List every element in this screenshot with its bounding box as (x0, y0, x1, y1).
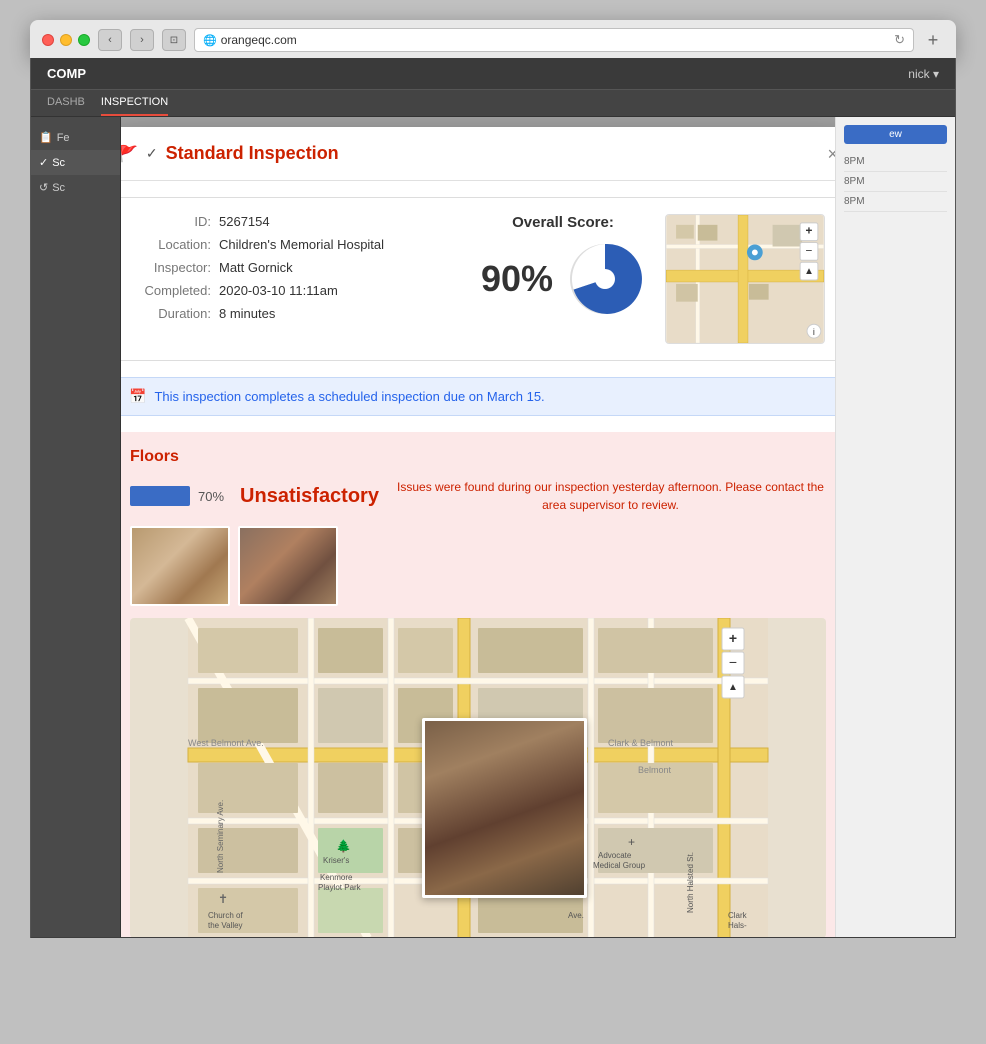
sidebar-item-sc2[interactable]: ↺Sc (31, 175, 120, 200)
inspector-value: Matt Gornick (219, 260, 293, 275)
calendar-icon: 📅 (129, 388, 146, 405)
map-thumbnail: + − ▲ i (665, 214, 825, 344)
floor-photo-large (425, 721, 584, 895)
photo-image-2 (240, 528, 336, 604)
forward-button[interactable]: › (130, 29, 154, 51)
svg-text:Medical Group: Medical Group (593, 861, 646, 870)
svg-text:i: i (813, 327, 815, 337)
svg-text:Belmont: Belmont (638, 765, 672, 775)
floors-score-bar-container: 70% (130, 486, 224, 506)
svg-text:North Seminary Ave.: North Seminary Ave. (216, 800, 225, 873)
right-item-1: 8PM (844, 152, 947, 172)
completed-value: 2020-03-10 11:11am (219, 283, 338, 298)
info-fields: ID: 5267154 Location: Children's Memoria… (131, 214, 461, 344)
id-value: 5267154 (219, 214, 270, 229)
svg-text:+: + (806, 224, 813, 238)
svg-text:−: − (729, 654, 737, 670)
svg-text:Kriser's: Kriser's (323, 856, 349, 865)
svg-text:the Valley: the Valley (208, 921, 243, 930)
svg-text:+: + (729, 630, 737, 646)
floors-title: Floors (130, 448, 826, 466)
score-value: 90% (481, 258, 553, 300)
completed-label: Completed: (131, 283, 211, 298)
svg-text:Clark: Clark (728, 911, 748, 920)
location-value: Children's Memorial Hospital (219, 237, 384, 252)
globe-icon: 🌐 (203, 34, 217, 47)
address-bar[interactable]: 🌐 orangeqc.com ↻ (194, 28, 914, 52)
scheduled-text: This inspection completes a scheduled in… (154, 389, 544, 404)
map-photo-overlay[interactable] (422, 718, 587, 898)
svg-text:Ave.: Ave. (568, 911, 584, 920)
svg-text:+: + (628, 835, 635, 849)
duration-label: Duration: (131, 306, 211, 321)
traffic-lights (42, 34, 90, 46)
score-section: Overall Score: 90% (481, 214, 645, 344)
floors-status-label: Unsatisfactory (240, 485, 379, 508)
duration-row: Duration: 8 minutes (131, 306, 461, 321)
svg-text:▲: ▲ (804, 266, 814, 277)
modal-close-button[interactable]: × (827, 145, 835, 163)
svg-text:Playlot Park: Playlot Park (318, 883, 362, 892)
scheduled-notice: 📅 This inspection completes a scheduled … (121, 377, 835, 416)
photo-row (130, 526, 826, 606)
svg-text:Church of: Church of (208, 911, 243, 920)
completed-row: Completed: 2020-03-10 11:11am (131, 283, 461, 298)
svg-text:Kenmore: Kenmore (320, 873, 353, 882)
location-row: Location: Children's Memorial Hospital (131, 237, 461, 252)
floors-score-bar (130, 486, 190, 506)
score-display: 90% (481, 239, 645, 319)
floors-section: Floors 70% Unsatisfactory Issues were fo… (121, 432, 835, 937)
inspector-row: Inspector: Matt Gornick (131, 260, 461, 275)
photo-thumb-1[interactable] (130, 526, 230, 606)
score-pie-chart (565, 239, 645, 319)
svg-text:West Belmont Ave.: West Belmont Ave. (188, 738, 264, 748)
tab-icon: ⊡ (162, 29, 186, 51)
nav-dashboard[interactable]: DASHB (47, 90, 85, 116)
inspection-modal: 🚩 ✓ Standard Inspection × ID: 5267154 (121, 127, 835, 937)
floors-score-percent: 70% (198, 489, 224, 504)
svg-text:▲: ▲ (728, 682, 738, 693)
location-label: Location: (131, 237, 211, 252)
score-label: Overall Score: (481, 214, 645, 231)
right-item-3: 8PM (844, 192, 947, 212)
modal-header: 🚩 ✓ Standard Inspection × (121, 127, 835, 181)
photo-image-1 (132, 528, 228, 604)
refresh-icon[interactable]: ↻ (894, 32, 905, 48)
right-item-2: 8PM (844, 172, 947, 192)
svg-text:🌲: 🌲 (336, 839, 351, 853)
inspector-label: Inspector: (131, 260, 211, 275)
duration-value: 8 minutes (219, 306, 275, 321)
check-icon: ✓ (146, 145, 158, 162)
user-menu[interactable]: nick ▾ (908, 67, 939, 81)
modal-title: Standard Inspection (166, 143, 339, 164)
minimize-button[interactable] (60, 34, 72, 46)
svg-text:North Halsted St.: North Halsted St. (686, 852, 695, 913)
app-title: COMP (47, 66, 86, 81)
modal-body: ID: 5267154 Location: Children's Memoria… (121, 181, 835, 937)
sidebar-item-fe[interactable]: 📋Fe (31, 125, 120, 150)
floors-map: West Belmont Ave. Clark & Belmont Belmon… (130, 618, 826, 937)
id-row: ID: 5267154 (131, 214, 461, 229)
svg-text:Advocate: Advocate (598, 851, 632, 860)
photo-thumb-2[interactable] (238, 526, 338, 606)
svg-text:Clark & Belmont: Clark & Belmont (608, 738, 674, 748)
back-button[interactable]: ‹ (98, 29, 122, 51)
floors-issues-text: Issues were found during our inspection … (395, 478, 826, 514)
right-sidebar-btn[interactable]: ew (844, 125, 947, 144)
svg-text:Hals-: Hals- (728, 921, 747, 930)
new-tab-button[interactable]: + (922, 29, 944, 51)
close-button[interactable] (42, 34, 54, 46)
maximize-button[interactable] (78, 34, 90, 46)
url-text: orangeqc.com (221, 33, 297, 47)
id-label: ID: (131, 214, 211, 229)
right-sidebar: ew 8PM 8PM 8PM (835, 117, 955, 937)
svg-text:✝: ✝ (218, 892, 228, 906)
svg-text:−: − (806, 243, 813, 257)
mini-map-svg: + − ▲ i (666, 215, 824, 343)
floors-score-row: 70% Unsatisfactory Issues were found dur… (130, 478, 826, 514)
flag-icon: 🚩 (121, 144, 138, 164)
sidebar-item-sc1[interactable]: ✓Sc (31, 150, 120, 175)
info-card: ID: 5267154 Location: Children's Memoria… (121, 197, 835, 361)
nav-inspection[interactable]: INSPECTION (101, 90, 168, 116)
